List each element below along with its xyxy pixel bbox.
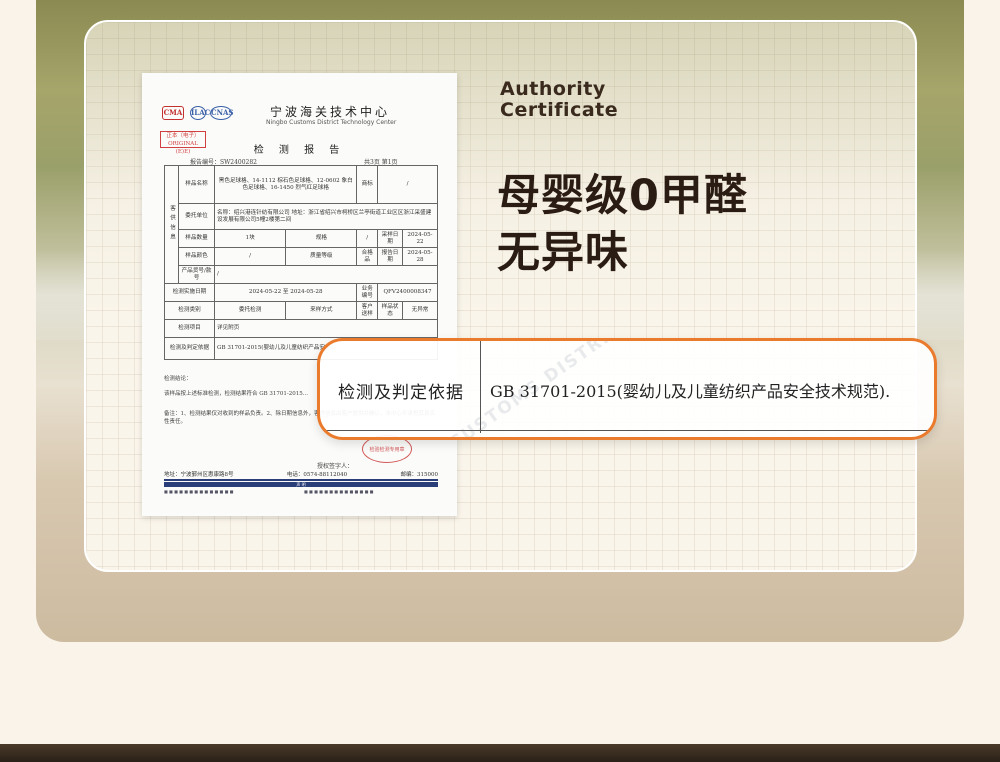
cell-value: 2024-05-28 [402,247,438,266]
address: 地址：宁波鄞州区惠康路8号 [164,472,234,478]
test-report-document: CMA ILAC CNAS 宁波海关技术中心 Ningbo Customs Di… [142,73,457,516]
cell-value: 1块 [213,229,287,248]
cell-label: 规格 [285,229,358,248]
callout-divider [480,341,481,433]
cell-value: 黑色足球格、14-1112 棕石色足球格、12-0602 象白色足球格、16-1… [213,165,358,204]
magnified-callout: NINGBO CUSTOMS DISTRICT TECHNOLOGY CENTE… [317,338,937,440]
cell-label: 样品颜色 [178,247,215,266]
cell-label: 检测类别 [164,301,215,320]
table-row: 委托单位 名称：绍兴港连针纺有限公司 地址：浙江省绍兴市柯桥区兰亭街道工业区区浙… [165,203,438,230]
fine-print: ■ ■ ■ ■ ■ ■ ■ ■ ■ ■ ■ ■ ■ ■ ■ ■ ■ ■ ■ ■ … [164,489,438,494]
table-row: 检测项目 详见附页 [164,319,438,338]
cell-value: 合格品 [356,247,379,266]
cell-value: / [377,165,438,204]
cell-value: 委托检测 [213,301,287,320]
cnas-logo: CNAS [210,106,233,120]
cma-logo: CMA [162,106,184,120]
declaration-band: 声 明 [164,482,438,487]
cell-label: 来样方式 [285,301,358,320]
cell-value: QFV2400008347 [377,283,438,302]
cell-label: 商标 [356,165,379,204]
cell-label: 样品名称 [178,165,215,204]
cell-label: 检测项目 [164,319,215,338]
contact-footer: 地址：宁波鄞州区惠康路8号 电话：0574-88112040 邮编：315000 [164,470,438,481]
cell-value: / [213,247,287,266]
cell-value: 2024-05-22 至 2024-05-28 [213,283,358,302]
postcode: 邮编：315000 [400,472,439,478]
headline-line2: 无异味 [497,228,629,278]
cell-value: 详见附页 [214,319,438,338]
callout-value: GB 31701-2015(婴幼儿及儿童纺织产品安全技术规范). [490,382,891,401]
section-title-line1: Authority [500,78,606,100]
table-row: 检测类别 委托检测 来样方式 客户送样 样品状态 无异常 [164,301,438,320]
fine-print-right: ■ ■ ■ ■ ■ ■ ■ ■ ■ ■ ■ ■ ■ ■ [304,489,374,494]
cell-label: 业务编号 [356,283,379,302]
page: CMA ILAC CNAS 宁波海关技术中心 Ningbo Customs Di… [0,0,1000,762]
cell-label: 采样日期 [377,229,403,248]
cell-value: 2024-05-22 [402,229,438,248]
cell-label: 报告日期 [377,247,403,266]
org-name-en: Ningbo Customs District Technology Cente… [266,119,397,126]
table-row: 客供信息 样品名称 黑色足球格、14-1112 棕石色足球格、12-0602 象… [164,165,438,284]
cell-label: 委托单位 [178,203,215,230]
cell-label: 产品货号/款号 [178,265,215,284]
cell-value: 客户送样 [356,301,379,320]
headline-line1: 母婴级0甲醛 [497,171,748,221]
cell-label: 样品数量 [178,229,215,248]
section-title-line2: Certificate [500,99,619,121]
cell-value: 名称：绍兴港连针纺有限公司 地址：浙江省绍兴市柯桥区兰亭街道工业区区浙江采盛建设… [214,203,438,230]
table-row: 产品货号/款号 / [165,265,438,284]
report-table: 客供信息 样品名称 黑色足球格、14-1112 棕石色足球格、12-0602 象… [164,165,438,360]
phone: 电话：0574-88112040 [286,472,348,478]
section-title: Authority Certificate [500,79,618,121]
cell-label: 样品状态 [377,301,403,320]
table-row: 检测实施日期 2024-05-22 至 2024-05-28 业务编号 QFV2… [164,283,438,302]
report-title: 检 测 报 告 [253,145,346,156]
headline: 母婴级0甲醛 无异味 [497,168,748,282]
table-row: 样品数量 1块 规格 / 采样日期 2024-05-22 [165,229,438,248]
bottom-bar [0,744,1000,762]
cell-label: 检测及判定依据 [164,337,215,360]
callout-label: 检测及判定依据 [338,383,464,403]
cell-label: 检测实施日期 [164,283,215,302]
callout-bottom-rule [320,430,934,431]
cell-label: 质量等级 [285,247,358,266]
org-name: 宁波海关技术中心 [270,105,391,119]
side-label: 客供信息 [164,165,179,284]
cell-value: / [214,265,438,284]
cell-value: 无异常 [402,301,438,320]
cell-value: / [356,229,379,248]
fine-print-left: ■ ■ ■ ■ ■ ■ ■ ■ ■ ■ ■ ■ ■ ■ [164,489,234,494]
signer-label: 授权签字人： [317,463,354,470]
ilac-logo: ILAC [190,106,210,120]
table-row: 样品颜色 / 质量等级 合格品 报告日期 2024-05-28 [165,247,438,266]
